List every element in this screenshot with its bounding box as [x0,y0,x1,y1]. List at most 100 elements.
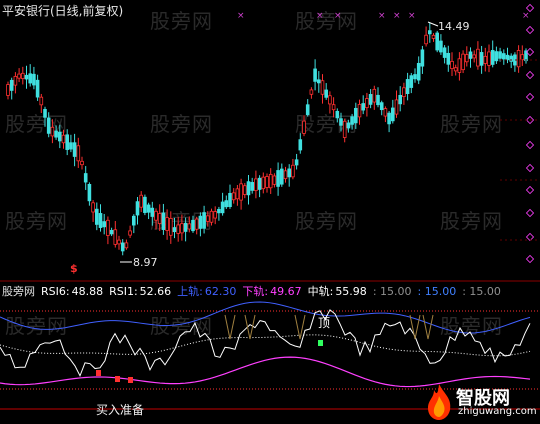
candle-body [501,53,506,60]
candle-body [65,134,70,150]
candle-body [424,34,428,45]
diamond-marker [525,92,535,102]
candle-body [35,79,40,98]
candle-body [139,194,144,208]
lower-band-value: 49.67 [270,285,302,298]
const-line-3: : 15.00 [462,285,501,298]
candle-body [313,68,317,82]
candle-body [220,201,225,214]
candle-body [176,224,181,234]
candle-body [335,110,340,119]
cross-marker: × [237,11,245,21]
candle-body [461,53,465,71]
candle-body [46,117,51,134]
cross-marker: × [522,11,530,21]
upper-band-label: 上轨: [177,285,203,298]
candle-body [265,176,269,188]
cross-marker: × [378,11,386,21]
flame-icon [428,384,451,420]
candle-body [372,88,377,103]
candle-body [457,58,462,73]
candle-body [291,164,295,178]
rsi6-value: 48.88 [71,285,104,298]
candle-body [287,168,291,178]
candle-body [120,242,125,252]
candle-body [320,80,325,95]
candle-body [183,222,188,232]
candle-body [98,213,103,228]
candle-body [350,116,354,125]
candle-body [309,89,314,95]
low-price-label: 8.97 [133,256,158,269]
candle-body [302,120,306,134]
candle-body [328,95,332,105]
candle-body [439,40,443,53]
candle-body [239,183,243,201]
candle-body [468,51,473,59]
candle-body [494,51,499,62]
candle-body [316,79,321,84]
candle-body [95,208,99,225]
candle-body [427,30,432,35]
candle-body [324,89,328,98]
candle-body [54,130,58,138]
candle-body [250,182,255,191]
kline-chart[interactable]: × × × × × × × [0,0,540,424]
candle-body [442,47,447,58]
candle-body [450,60,454,70]
site-logo: 智股网 zhiguwang.com [422,382,540,424]
mid-band-line [0,334,531,357]
chart-window: 股旁网 股旁网 股旁网 股旁网 股旁网 股旁网 股旁网 股旁网 股旁网 股旁网 … [0,0,540,424]
candle-body [113,229,118,245]
candle-body [394,99,399,115]
candle-body [254,178,258,192]
mid-band-label: 中轨: [307,285,334,298]
candle-body [50,126,55,137]
candle-body [272,175,277,185]
const-line-2: : 15.00 [417,285,457,298]
rsi1-value: 52.66 [139,285,172,298]
candle-body [191,219,195,232]
candle-body [146,204,151,213]
candle-body [383,108,388,117]
candle-body [342,120,347,138]
candle-body [242,185,247,195]
candle-body [420,49,425,67]
candle-body [402,87,406,97]
candle-body [479,52,484,66]
candle-body [143,196,147,213]
candle-body [69,142,73,150]
candle-body [305,104,310,115]
candle-body [61,134,66,144]
cross-marker: × [408,11,416,21]
candle-body [39,96,44,106]
candle-body [246,181,251,196]
v-signal-mark [422,314,434,340]
candle-body [365,98,369,109]
cross-marker: × [393,11,401,21]
lower-band-label: 下轨: [242,285,269,298]
v-signal-mark [224,314,236,340]
candle-body [276,170,280,187]
rsi6-line [0,309,531,377]
candle-body [80,160,84,166]
candle-body [490,50,495,65]
candle-body [453,67,458,72]
candle-body [476,48,480,67]
candle-body [509,55,513,62]
high-price-label: 14.49 [438,20,470,33]
candle-body [268,173,273,189]
top-signal-label: 顶 [318,316,331,330]
upper-band-value: 62.30 [204,285,237,298]
candle-body [413,74,417,80]
signal-marker: $ [70,262,78,275]
candle-body [83,173,88,183]
candle-body [516,50,521,68]
candle-body [117,239,121,245]
const-line-1: : 15.00 [372,285,412,298]
candle-body [472,54,476,59]
candle-body [135,201,140,216]
buy-signal-label: 买入准备 [96,403,145,417]
candle-body [431,34,436,39]
candle-body [198,215,203,229]
